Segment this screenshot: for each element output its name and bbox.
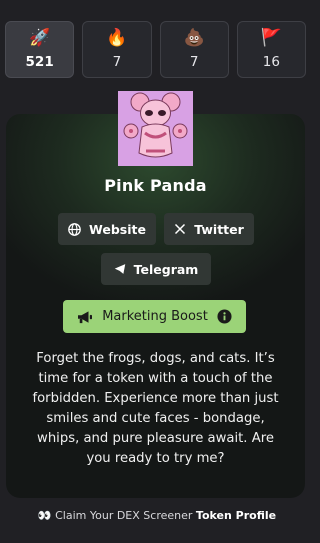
fire-reaction-button[interactable]: 🔥 7 <box>82 21 152 78</box>
paper-plane-icon <box>114 264 125 274</box>
claim-profile-link[interactable]: 👀 Claim Your DEX Screener Token Profile <box>0 509 314 522</box>
token-avatar <box>118 91 193 166</box>
poop-reaction-button[interactable]: 💩 7 <box>159 21 229 78</box>
poop-icon: 💩 <box>183 28 205 48</box>
twitter-button[interactable]: Twitter <box>164 213 254 245</box>
marketing-boost-button[interactable]: Marketing Boost <box>63 300 246 333</box>
telegram-label: Telegram <box>133 261 199 277</box>
rocket-count: 521 <box>25 54 54 70</box>
claim-profile-bold: Token Profile <box>195 509 277 522</box>
telegram-button[interactable]: Telegram <box>101 253 211 285</box>
x-icon <box>175 223 186 235</box>
website-button[interactable]: Website <box>58 213 156 245</box>
marketing-boost-label: Marketing Boost <box>102 309 208 324</box>
eyes-icon: 👀 <box>37 509 52 522</box>
flag-count: 16 <box>262 54 280 70</box>
flag-reaction-button[interactable]: 🚩 16 <box>236 21 306 78</box>
poop-count: 7 <box>189 54 199 70</box>
panda-illustration <box>118 91 193 166</box>
fire-count: 7 <box>112 54 122 70</box>
claim-profile-text: Claim Your DEX Screener <box>55 509 193 522</box>
token-profile-card: Pink Panda Website Twitter Telegram Mark… <box>6 91 305 498</box>
globe-icon <box>68 222 81 236</box>
rocket-reaction-button[interactable]: 🚀 521 <box>5 21 75 78</box>
reaction-bar: 🚀 521 🔥 7 💩 7 🚩 16 <box>5 21 306 78</box>
twitter-label: Twitter <box>194 221 244 237</box>
megaphone-icon <box>78 310 93 323</box>
token-description: Forget the frogs, dogs, and cats. It’s t… <box>32 351 279 466</box>
flag-icon: 🚩 <box>260 28 282 48</box>
token-name: Pink Panda <box>104 176 207 195</box>
website-label: Website <box>89 221 146 237</box>
rocket-icon: 🚀 <box>29 28 51 48</box>
fire-icon: 🔥 <box>106 28 128 48</box>
info-icon <box>217 309 232 324</box>
